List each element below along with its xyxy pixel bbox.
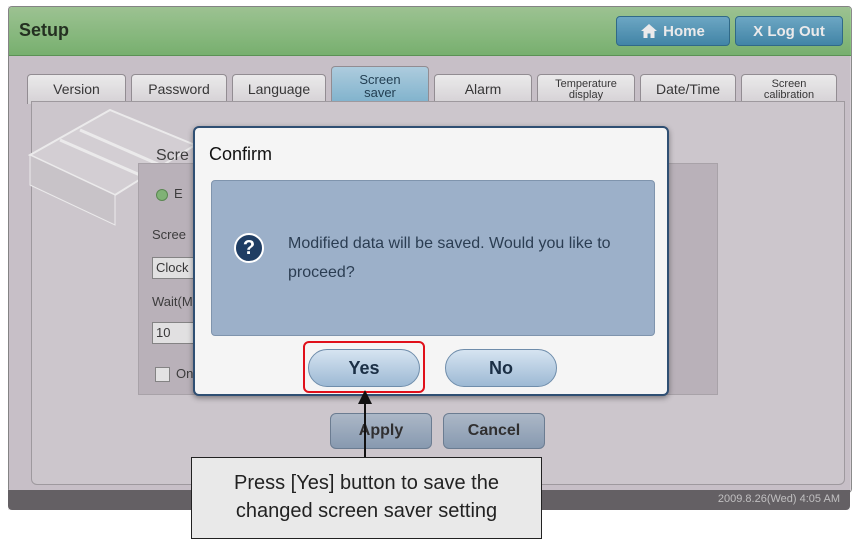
confirm-dialog: Confirm ? Modified data will be saved. W…: [193, 126, 669, 396]
dialog-title: Confirm: [209, 144, 273, 164]
dialog-message: Modified data will be saved. Would you l…: [288, 235, 611, 281]
no-button[interactable]: No: [445, 349, 557, 387]
instruction-callout: Press [Yes] button to save the changed s…: [191, 457, 542, 539]
dialog-body: ? Modified data will be saved. Would you…: [211, 180, 655, 336]
question-icon: ?: [234, 233, 264, 263]
callout-line2: changed screen saver setting: [235, 500, 498, 522]
callout-line1: Press [Yes] button to save the: [234, 472, 499, 494]
callout-arrow-line: [364, 401, 366, 458]
yes-button-highlight: [303, 341, 425, 393]
